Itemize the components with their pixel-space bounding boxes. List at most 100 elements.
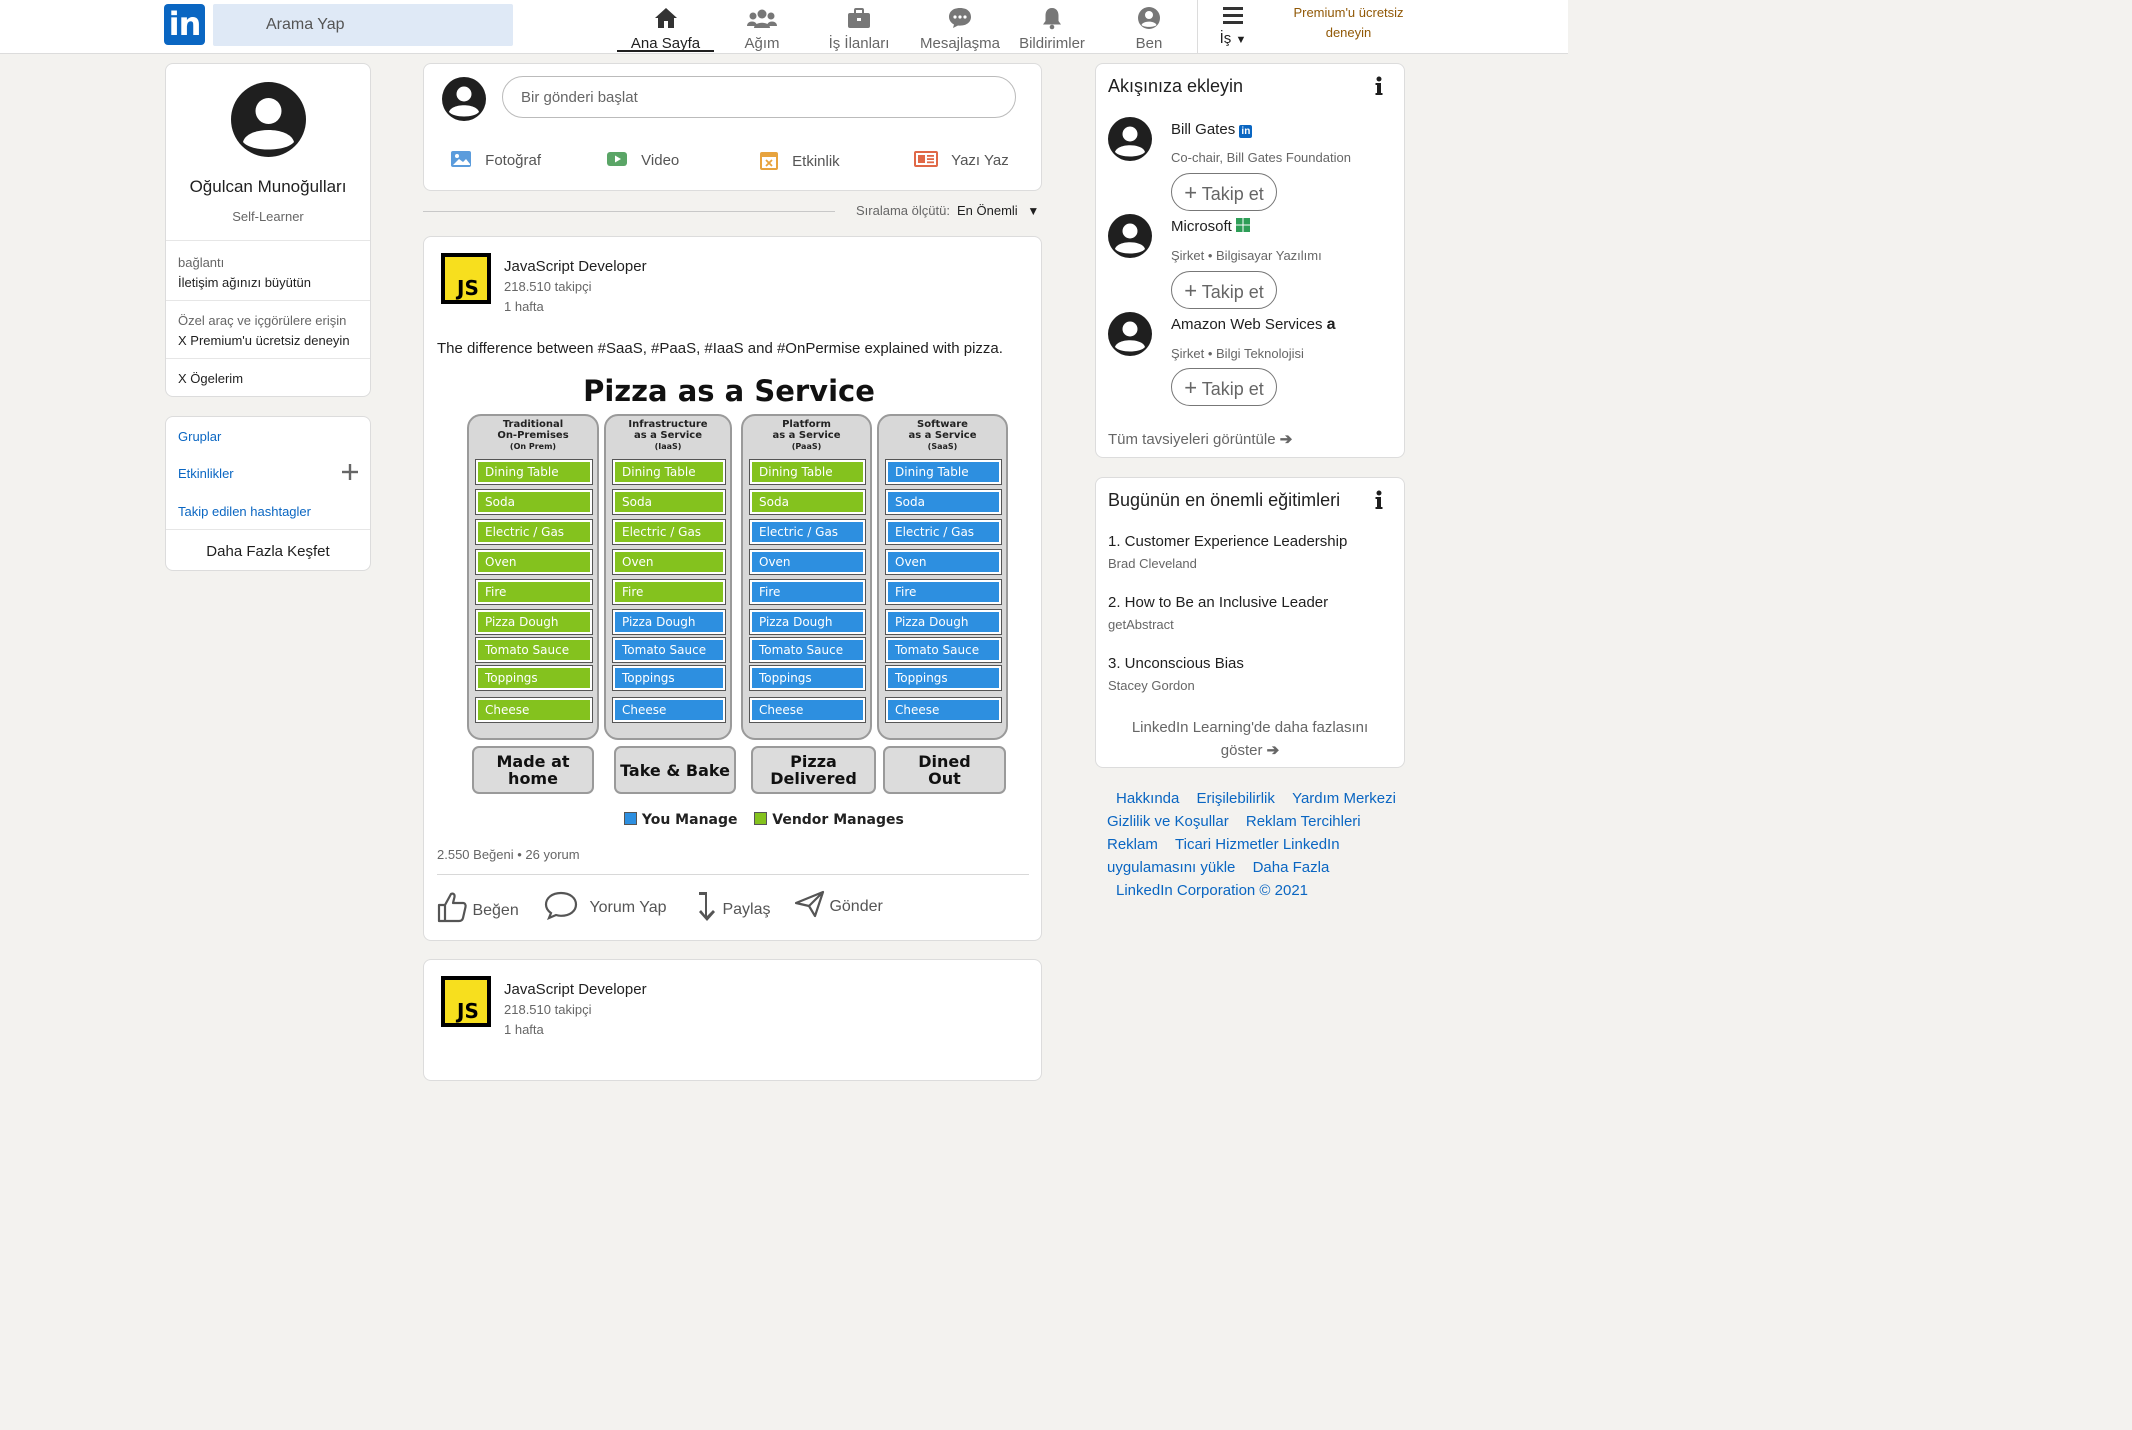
bill-gates-avatar[interactable]: [1108, 117, 1152, 161]
follow-button[interactable]: + Takip et: [1171, 173, 1277, 211]
search-input[interactable]: Arama Yap: [213, 4, 513, 46]
recommendation-name[interactable]: Amazon Web Services a: [1171, 316, 1336, 334]
photo-label: Fotoğraf: [485, 152, 542, 169]
nav-network[interactable]: Ağım: [726, 4, 798, 52]
nav-work[interactable]: İş ▼: [1213, 2, 1253, 50]
premium-hint: Özel araç ve içgörülere erişin: [178, 313, 347, 328]
user-icon: [1138, 7, 1160, 29]
pizza-item: Soda: [476, 490, 592, 514]
js-developer-logo[interactable]: JS: [441, 976, 491, 1027]
menu-icon: [1223, 7, 1243, 24]
pizza-column: Platform as a Service (PaaS) Dining Table So…: [741, 414, 872, 740]
photo-button[interactable]: Fotoğraf: [450, 150, 541, 169]
footer-link-privacy[interactable]: Gizlilik ve Koşullar: [1107, 813, 1229, 830]
js-logo-text: JS: [457, 999, 479, 1023]
footer-link-more[interactable]: Daha Fazla: [1253, 859, 1330, 876]
thumbs-up-icon: [437, 892, 467, 923]
post-followers: 218.510 takipçi: [504, 1002, 592, 1017]
plus-icon: +: [1184, 180, 1198, 205]
video-label: Video: [641, 152, 680, 169]
add-to-feed-card: Akışınıza ekleyin Bill Gates in Co-chair…: [1095, 63, 1405, 458]
info-icon[interactable]: [1374, 76, 1384, 96]
pizza-item: Toppings: [613, 666, 725, 690]
video-button[interactable]: Video: [606, 150, 679, 169]
footer-link-business[interactable]: Ticari Hizmetler: [1175, 836, 1279, 853]
pizza-column-header: Software as a Service (SaaS): [908, 419, 977, 451]
premium-cta-link[interactable]: X Premium'u ücretsiz deneyin: [178, 333, 350, 348]
user-silhouette-icon: [1115, 321, 1145, 352]
footer-link-accessibility[interactable]: Erişilebilirlik: [1197, 790, 1275, 807]
like-button[interactable]: Beğen: [436, 890, 519, 924]
course-title[interactable]: 1. Customer Experience Leadership: [1108, 533, 1347, 550]
post-author[interactable]: JavaScript Developer: [504, 258, 647, 275]
post-stats[interactable]: 2.550 Beğeni • 26 yorum: [437, 847, 580, 862]
legend-vendor-manages: Vendor Manages: [772, 812, 904, 828]
pizza-item: Oven: [613, 550, 725, 574]
groups-link[interactable]: Gruplar: [178, 429, 221, 444]
view-all-recommendations-link[interactable]: Tüm tavsiyeleri görüntüle ➔: [1108, 430, 1292, 448]
info-icon[interactable]: [1374, 490, 1384, 510]
aws-avatar[interactable]: [1108, 312, 1152, 356]
write-article-button[interactable]: Yazı Yaz: [914, 150, 1009, 169]
pizza-item: Oven: [886, 550, 1001, 574]
profile-name[interactable]: Oğulcan Munoğulları: [166, 177, 370, 197]
user-silhouette-icon: [1115, 126, 1145, 157]
send-button[interactable]: Gönder: [794, 890, 883, 918]
pizza-column-footer: Pizza Delivered: [751, 746, 876, 794]
share-arrow-icon: [699, 892, 715, 921]
feed-post-2: JS JavaScript Developer 218.510 takipçi …: [423, 959, 1042, 1081]
footer-link-about[interactable]: Hakkında: [1116, 790, 1179, 807]
follow-label: Takip et: [1201, 379, 1264, 399]
comment-button[interactable]: Yorum Yap: [544, 890, 667, 921]
user-silhouette-icon: [1115, 223, 1145, 254]
pizza-column-header: Infrastructure as a Service (IaaS): [628, 419, 708, 451]
discover-more-button[interactable]: Daha Fazla Keşfet: [166, 543, 370, 560]
nav-home[interactable]: Ana Sayfa: [617, 4, 714, 52]
recommendation-name[interactable]: Bill Gates in: [1171, 121, 1253, 138]
nav-jobs[interactable]: İş İlanları: [822, 4, 896, 52]
sort-dropdown[interactable]: En Önemli ▼: [957, 203, 1039, 218]
follow-button[interactable]: + Takip et: [1171, 368, 1277, 406]
pizza-item: Electric / Gas: [886, 520, 1001, 544]
linkedin-logo[interactable]: in: [164, 4, 205, 45]
share-label: Paylaş: [722, 901, 771, 918]
microsoft-avatar[interactable]: [1108, 214, 1152, 258]
nav-messaging[interactable]: Mesajlaşma: [916, 4, 1004, 52]
microsoft-logo-icon: [1236, 218, 1251, 232]
course-title[interactable]: 3. Unconscious Bias: [1108, 655, 1244, 672]
footer-link-ad-preferences[interactable]: Reklam Tercihleri: [1246, 813, 1361, 830]
search-placeholder: Arama Yap: [266, 16, 345, 33]
divider: [166, 529, 370, 530]
follow-button[interactable]: + Takip et: [1171, 271, 1277, 309]
footer-link-help[interactable]: Yardım Merkezi: [1292, 790, 1396, 807]
js-developer-logo[interactable]: JS: [441, 253, 491, 304]
nav-me[interactable]: Ben: [1125, 4, 1173, 52]
course-title[interactable]: 2. How to Be an Inclusive Leader: [1108, 594, 1328, 611]
premium-line-1: Premium'u ücretsiz: [1293, 5, 1404, 20]
share-button[interactable]: Paylaş: [696, 890, 770, 924]
recommendation-name[interactable]: Microsoft: [1171, 218, 1251, 235]
pizza-as-a-service-image[interactable]: Pizza as a Service Traditional On-Premise…: [439, 374, 1019, 834]
nav-network-label: Ağım: [744, 35, 780, 52]
pizza-item: Electric / Gas: [613, 520, 725, 544]
my-items-link[interactable]: X Ögelerim: [178, 371, 243, 386]
pizza-column-footer: Take & Bake: [614, 746, 736, 794]
follow-label: Takip et: [1201, 184, 1264, 204]
start-post-input[interactable]: Bir gönderi başlat: [502, 76, 1016, 118]
post-author[interactable]: JavaScript Developer: [504, 981, 647, 998]
pizza-item: Toppings: [886, 666, 1001, 690]
add-to-feed-title: Akışınıza ekleyin: [1108, 76, 1244, 96]
followed-hashtags-link[interactable]: Takip edilen hashtagler: [178, 504, 311, 519]
learning-show-more-link[interactable]: LinkedIn Learning'de daha fazlasını göst…: [1096, 716, 1404, 762]
community-card: Gruplar Etkinlikler Takip edilen hashtag…: [165, 416, 371, 571]
nav-notifications[interactable]: Bildirimler: [1015, 4, 1089, 52]
plus-icon[interactable]: [341, 463, 359, 481]
course-author: Brad Cleveland: [1108, 556, 1197, 571]
event-button[interactable]: Etkinlik: [759, 150, 840, 170]
grow-network-link[interactable]: İletişim ağınızı büyütün: [178, 275, 311, 290]
footer-link-advertising[interactable]: Reklam: [1107, 836, 1158, 853]
profile-avatar[interactable]: [231, 82, 306, 157]
events-link[interactable]: Etkinlikler: [178, 466, 234, 481]
premium-trial-link[interactable]: Premium'u ücretsiz deneyin: [1276, 3, 1421, 43]
footer-links: Hakkında Erişilebilirlik Yardım Merkezi …: [1107, 787, 1397, 902]
